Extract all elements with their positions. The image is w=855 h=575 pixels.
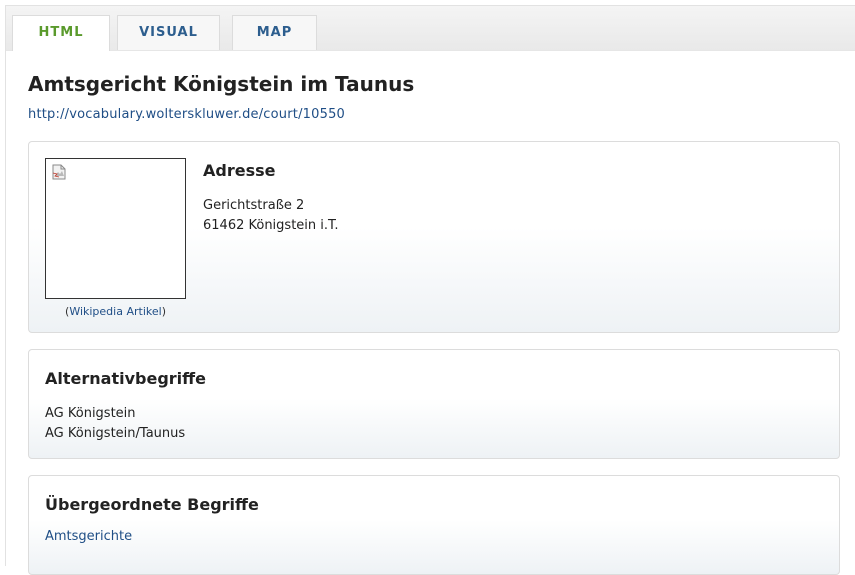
broader-terms-panel: Übergeordnete Begriffe Amtsgerichte (28, 475, 840, 575)
alternative-terms-panel: Alternativbegriffe AG Königstein AG Köni… (28, 349, 840, 459)
address-panel: (Wikipedia Artikel) Adresse Gerichtstraß… (28, 141, 840, 333)
tab-html[interactable]: HTML (12, 15, 110, 51)
court-image (45, 158, 186, 299)
alternative-terms-list: AG Königstein AG Königstein/Taunus (45, 404, 185, 444)
concept-uri-link[interactable]: http://vocabulary.wolterskluwer.de/court… (28, 107, 345, 122)
tab-visual[interactable]: VISUAL (117, 15, 220, 50)
list-item: AG Königstein/Taunus (45, 426, 186, 441)
tab-map[interactable]: MAP (232, 15, 317, 50)
address-street: Gerichtstraße 2 (203, 198, 305, 213)
list-item: AG Königstein (45, 406, 136, 421)
address-lines: Gerichtstraße 2 61462 Königstein i.T. (203, 196, 339, 236)
caption-paren-close: ) (161, 305, 166, 318)
broken-image-icon (52, 164, 66, 180)
wikipedia-article-link[interactable]: Wikipedia Artikel (69, 305, 161, 318)
page-title: Amtsgericht Königstein im Taunus (28, 72, 415, 96)
alternative-terms-heading: Alternativbegriffe (45, 369, 206, 388)
page-frame: HTML VISUAL MAP Amtsgericht Königstein i… (5, 5, 855, 575)
address-heading: Adresse (203, 161, 276, 180)
wikipedia-caption: (Wikipedia Artikel) (45, 305, 186, 318)
tab-bar: HTML VISUAL MAP (6, 6, 855, 51)
broader-terms-heading: Übergeordnete Begriffe (45, 495, 259, 514)
broader-term-link[interactable]: Amtsgerichte (45, 529, 132, 544)
address-city: 61462 Königstein i.T. (203, 218, 339, 233)
